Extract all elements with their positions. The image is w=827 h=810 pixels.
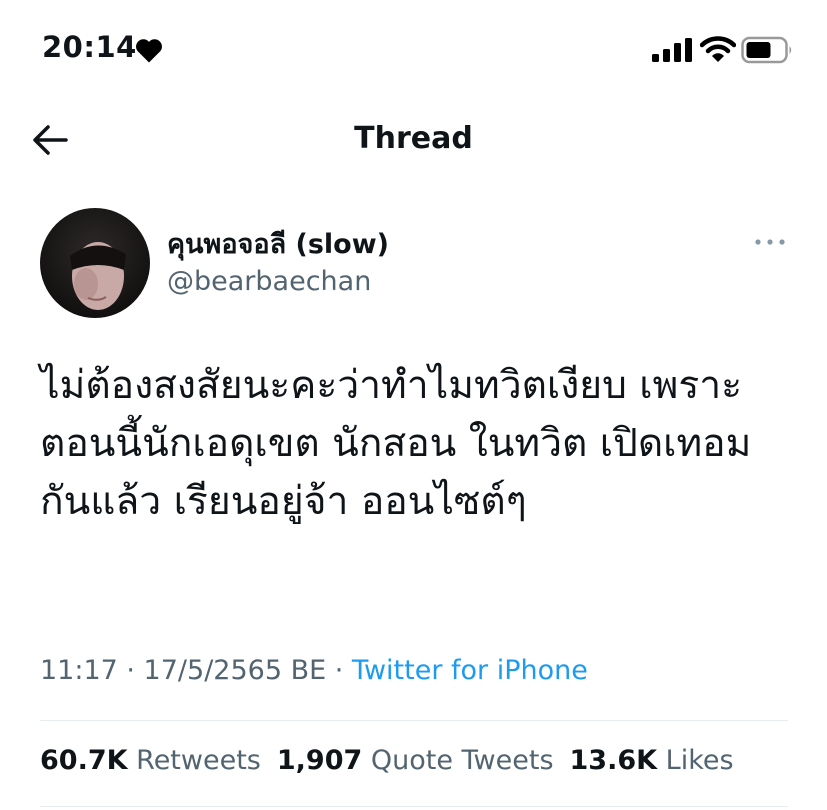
avatar[interactable]: [40, 208, 150, 318]
tweet-text-line: ไม่ต้องสงสัยนะคะว่าทำไมทวิตเงียบ เพราะ: [40, 363, 743, 408]
tweet-text: ไม่ต้องสงสัยนะคะว่าทำไมทวิตเงียบ เพราะ ต…: [40, 357, 800, 531]
signal-icon: [652, 38, 692, 62]
wifi-icon: [700, 36, 736, 62]
quote-tweets-label: Quote Tweets: [370, 745, 554, 776]
divider: [40, 720, 788, 721]
tweet-stats: 60.7K Retweets 1,907 Quote Tweets 13.6K Li…: [40, 745, 734, 776]
tweet-text-line: ตอนนี้นักเอดุเขต นักสอน ในทวิต เปิดเทอม: [40, 421, 752, 466]
heart-icon: [136, 39, 162, 63]
battery-icon: [741, 36, 792, 64]
retweets-count: 60.7K: [40, 745, 128, 776]
tweet-source-link[interactable]: Twitter for iPhone: [352, 655, 588, 686]
retweets-stat[interactable]: 60.7K Retweets: [40, 745, 261, 776]
tweet-text-line: กันแล้ว เรียนอยู่จ้า ออนไซต์ๆ: [40, 479, 527, 524]
likes-stat[interactable]: 13.6K Likes: [570, 745, 734, 776]
quote-tweets-stat[interactable]: 1,907 Quote Tweets: [277, 745, 554, 776]
user-handle[interactable]: @bearbaechan: [167, 266, 371, 297]
status-time: 20:14: [42, 30, 137, 64]
likes-label: Likes: [665, 745, 734, 776]
retweets-label: Retweets: [136, 745, 261, 776]
likes-count: 13.6K: [569, 745, 658, 776]
divider: [40, 806, 788, 807]
quote-tweets-count: 1,907: [276, 745, 363, 776]
tweet-meta: 11:17 · 17/5/2565 BE · Twitter for iPhon…: [40, 655, 588, 686]
more-options-icon[interactable]: [752, 232, 788, 252]
tweet-timestamp: 11:17 · 17/5/2565 BE ·: [40, 655, 352, 686]
page-title: Thread: [354, 121, 473, 156]
display-name[interactable]: คุนพอจอลี (slow): [167, 222, 389, 265]
